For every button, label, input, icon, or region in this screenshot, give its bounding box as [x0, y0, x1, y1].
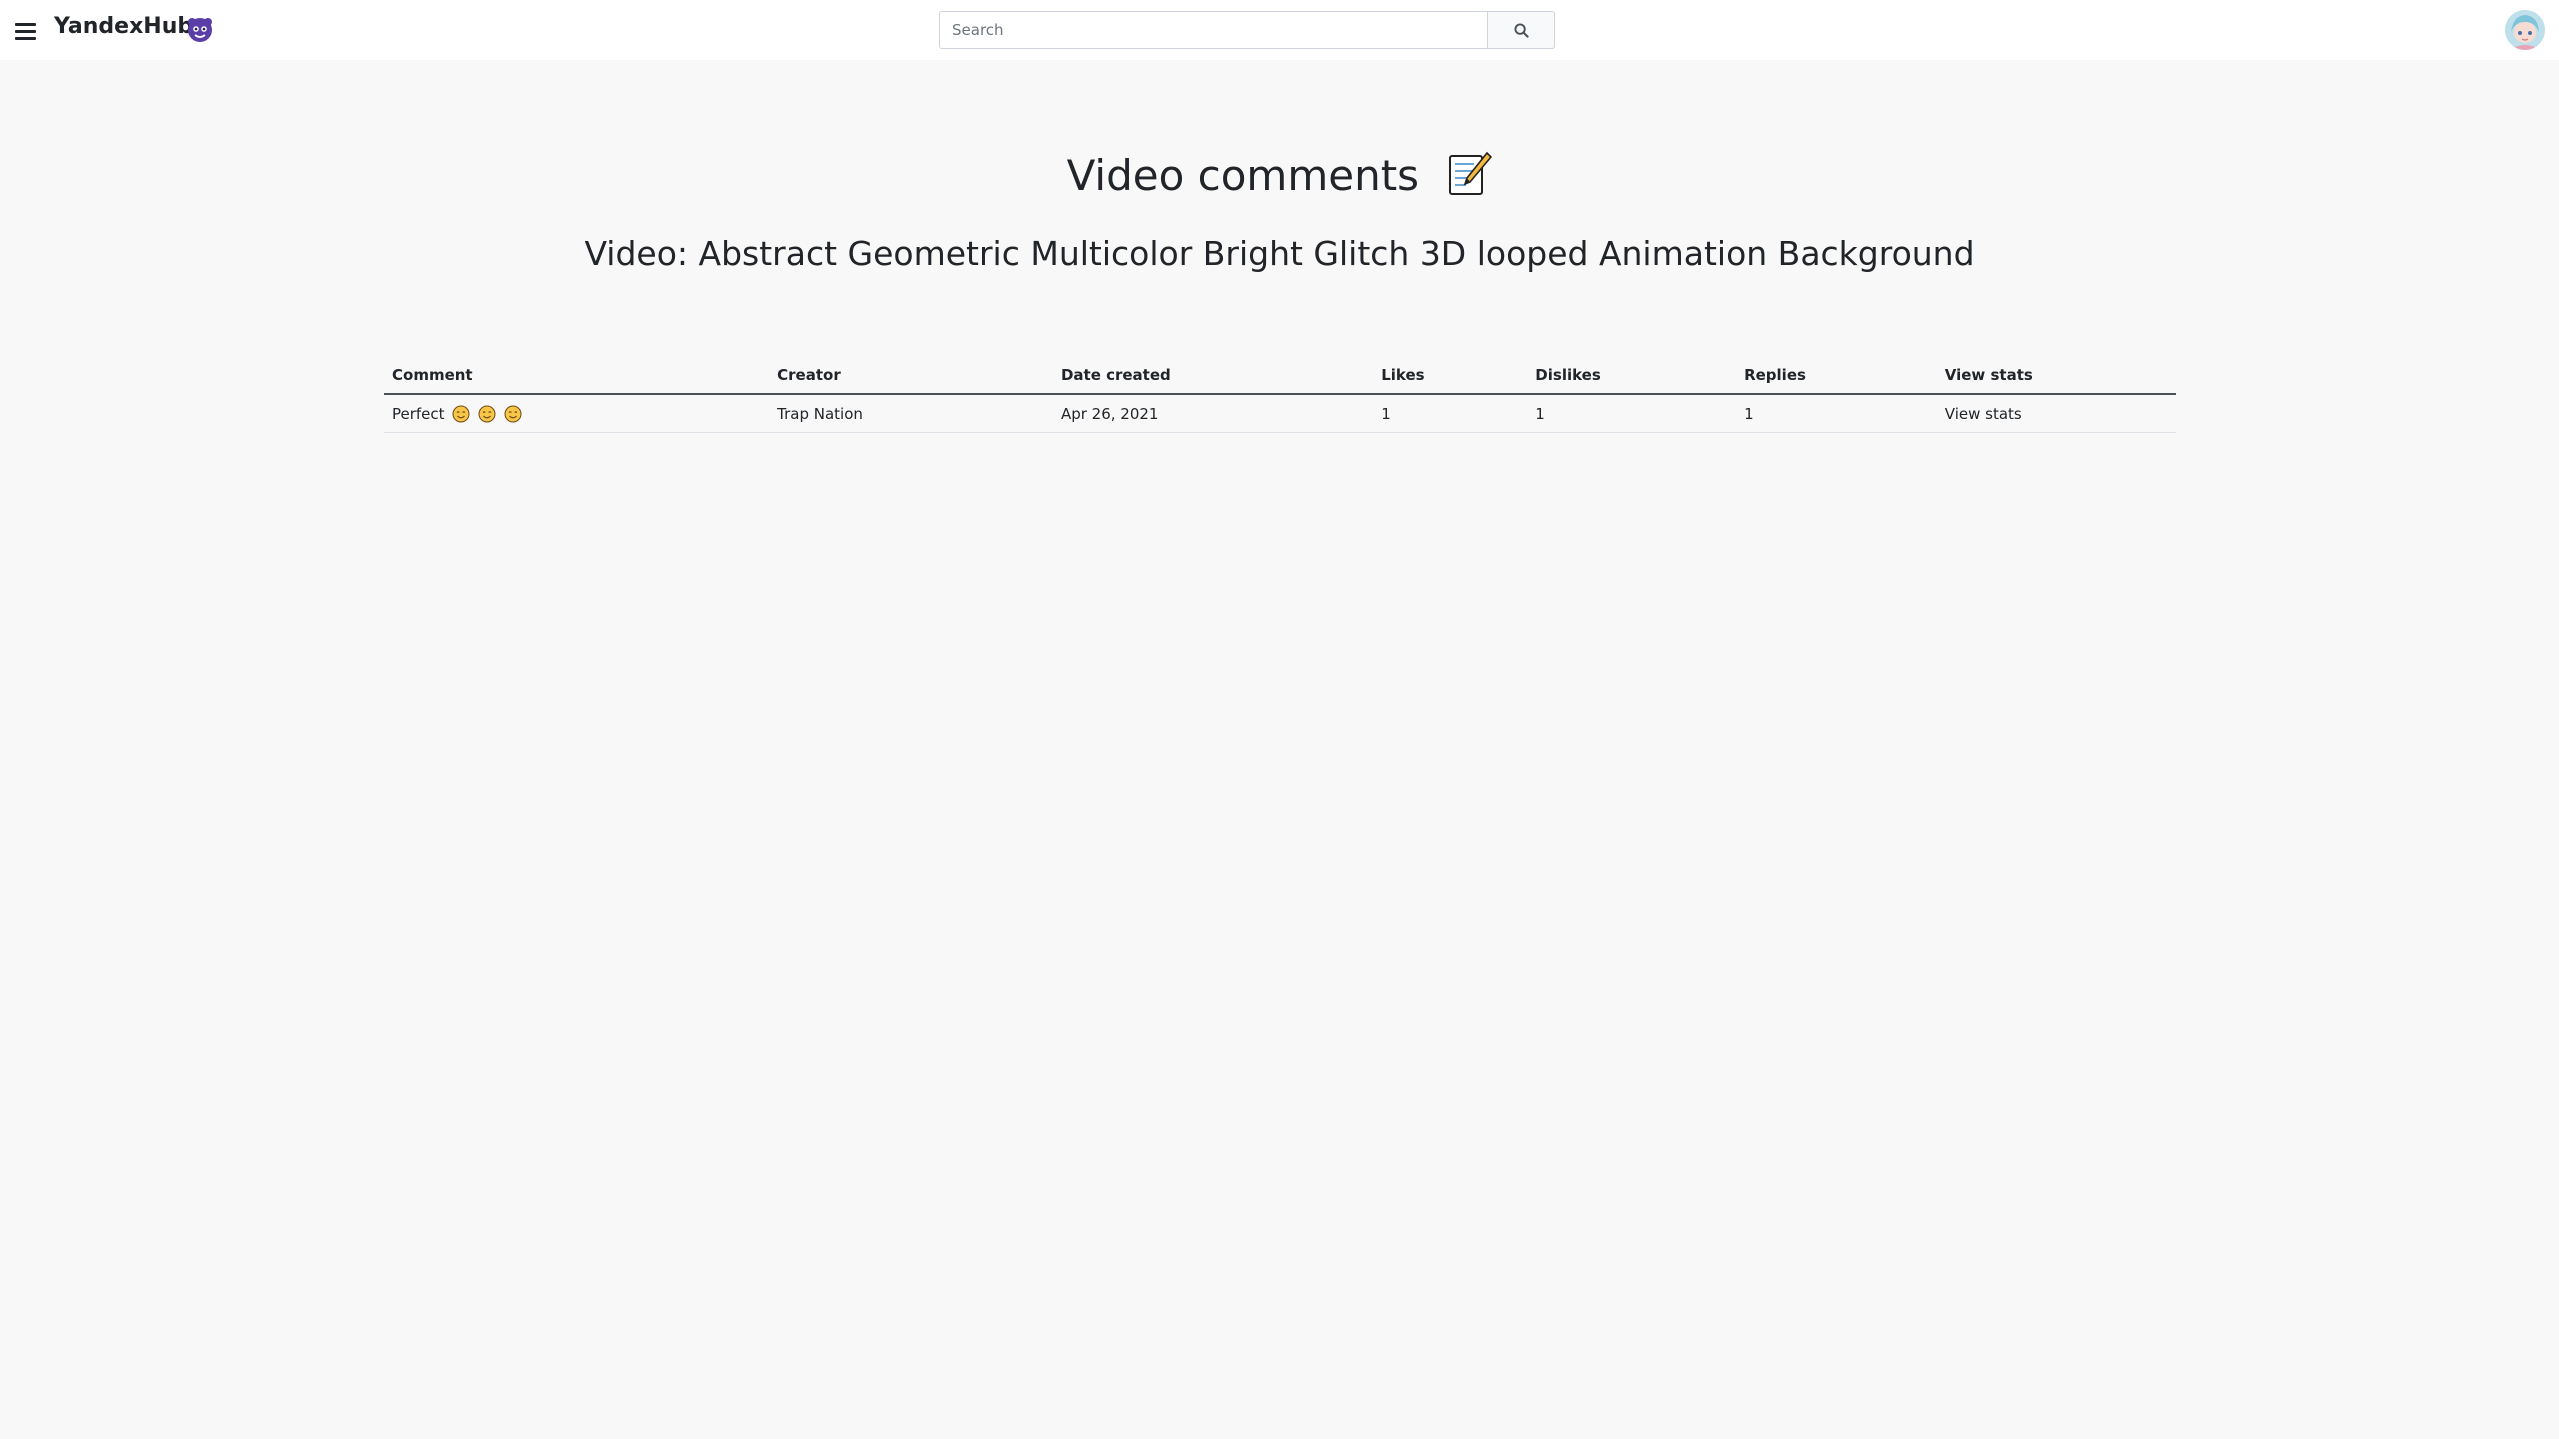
magnifier-icon	[1514, 23, 1529, 38]
menu-line	[15, 23, 36, 26]
column-header-dislikes: Dislikes	[1527, 356, 1737, 395]
dislikes-cell: 1	[1527, 394, 1737, 433]
replies-cell: 1	[1736, 394, 1937, 433]
column-header-creator: Creator	[769, 356, 1053, 395]
top-navbar: YandexHub	[0, 0, 2559, 60]
view-stats-link[interactable]: View stats	[1945, 405, 2022, 423]
column-header-replies: Replies	[1736, 356, 1937, 395]
purple-hub-logo-icon[interactable]	[186, 16, 214, 44]
column-header-likes: Likes	[1373, 356, 1528, 395]
table-row: Perfect Trap Nation Apr 26, 2021 1 1 1 V…	[384, 394, 2176, 433]
page-title-text: Video comments	[1066, 151, 1420, 200]
creator-cell: Trap Nation	[769, 394, 1053, 433]
search-bar	[939, 11, 1555, 49]
smiling-face-icon	[504, 405, 522, 422]
view-stats-cell: View stats	[1936, 394, 2176, 433]
page-title: Video comments	[0, 150, 2559, 200]
smiling-face-icon	[452, 405, 470, 422]
comment-text: Perfect	[392, 404, 445, 423]
column-header-date: Date created	[1052, 356, 1374, 395]
search-input[interactable]	[939, 11, 1487, 49]
table-header-row: Comment Creator Date created Likes Disli…	[384, 356, 2176, 395]
likes-cell: 1	[1373, 394, 1528, 433]
column-header-view-stats: View stats	[1936, 356, 2176, 395]
comments-table: Comment Creator Date created Likes Disli…	[384, 356, 2176, 433]
smiling-face-icon	[478, 405, 496, 422]
brand-link[interactable]: YandexHub	[54, 14, 193, 39]
avatar-image	[2505, 10, 2545, 50]
user-avatar-icon[interactable]	[2505, 10, 2545, 50]
column-header-comment: Comment	[384, 356, 770, 395]
menu-line	[15, 30, 36, 33]
video-title: Video: Abstract Geometric Multicolor Bri…	[584, 234, 1975, 273]
menu-line	[15, 37, 36, 40]
date-cell: Apr 26, 2021	[1052, 394, 1374, 433]
comment-cell: Perfect	[384, 394, 770, 433]
search-button[interactable]	[1487, 11, 1555, 49]
memo-emoji-icon	[1449, 151, 1493, 195]
hamburger-menu-icon[interactable]	[13, 20, 38, 42]
